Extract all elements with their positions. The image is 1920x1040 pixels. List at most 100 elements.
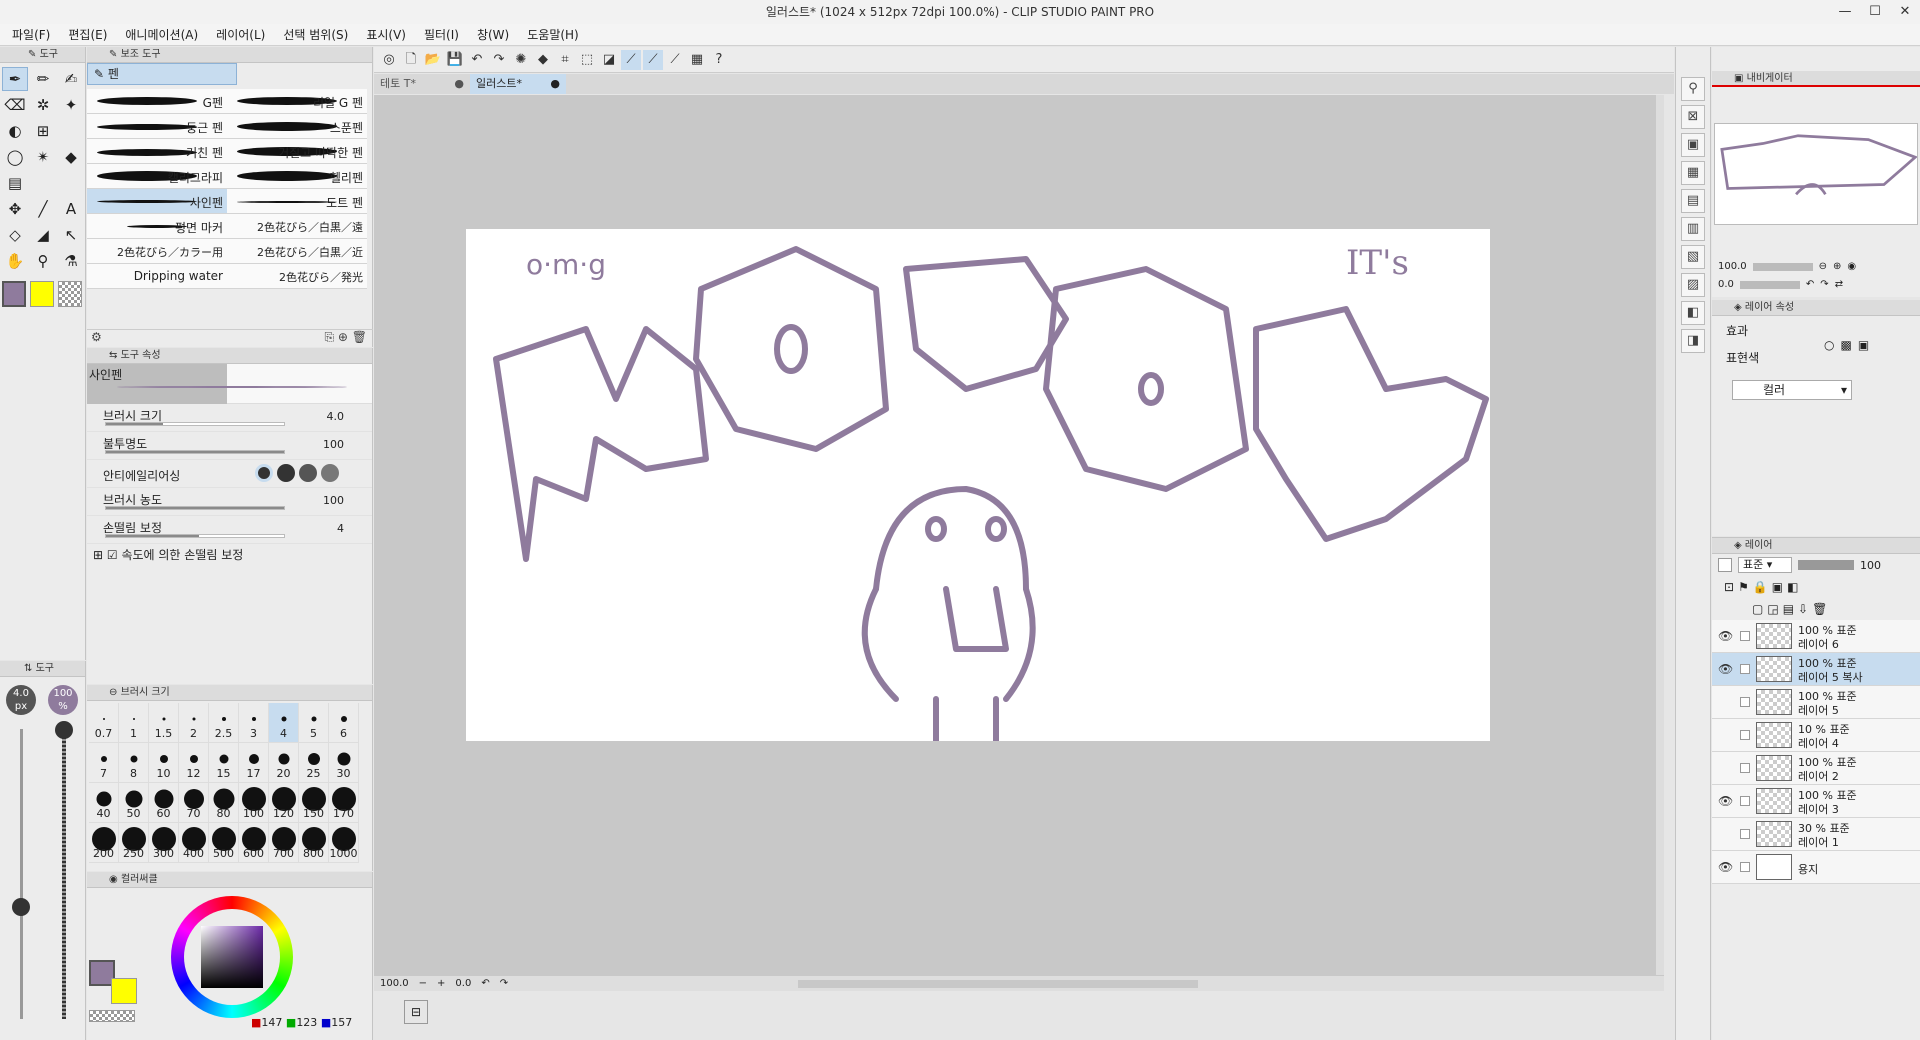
new-folder-icon[interactable]: ▤ [1783,602,1794,616]
mesh-tool-icon[interactable]: ⊞ [30,119,56,143]
brush-petal-color[interactable]: 2色花びら／カラー用 [87,239,227,264]
layer-row[interactable]: 👁 100 % 표준 레이어 6 [1712,620,1920,653]
antialias-row[interactable]: 안티에일리어싱 [87,460,372,488]
brush-size-cell[interactable]: 5 [299,703,329,743]
clear-icon[interactable]: ✺ [511,50,531,70]
density-slider[interactable] [105,506,285,510]
brush-size-cell[interactable]: 17 [239,743,269,783]
vertical-scrollbar[interactable] [1656,95,1664,975]
brush-petal-bw-near[interactable]: 2色花びら／白黒／近 [227,239,367,264]
reference-icon[interactable]: ⚑ [1738,580,1749,594]
deselect-icon[interactable]: ⬚ [577,50,597,70]
layer-row[interactable]: 10 % 표준 레이어 4 [1712,719,1920,752]
speed-stab-row[interactable]: ⊞ ☑ 속도에 의한 손떨림 보정 [87,544,372,566]
nav-zoom-out-icon[interactable]: ⊖ [1819,261,1827,272]
brush-size-cell[interactable]: 12 [179,743,209,783]
nav-zoom-in-icon[interactable]: ⊕ [1833,261,1841,272]
layer-opacity-slider[interactable] [1798,560,1854,570]
antialias-weak-icon[interactable] [277,464,295,482]
brush-size-slider[interactable] [105,422,285,426]
subtool-group-pen[interactable]: ✎ 펜 [87,63,237,85]
close-tab-icon[interactable]: ● [454,74,464,94]
size-slider-track[interactable] [20,729,23,1019]
layer-lock-checkbox[interactable] [1740,664,1750,674]
brush-size-cell[interactable]: 0.7 [89,703,119,743]
maximize-button[interactable]: ☐ [1860,0,1890,24]
tone-effect-icon[interactable]: ▩ [1840,338,1851,352]
subtool-settings-icon[interactable]: ⚙ [87,330,102,344]
brush-size-cell[interactable]: 20 [269,743,299,783]
panel-icon-4[interactable]: ▤ [1681,189,1705,213]
nav-rotate-left-icon[interactable]: ↶ [1806,279,1814,290]
blend-tool-icon[interactable]: ◐ [2,119,28,143]
color-wheel[interactable] [171,896,293,1018]
hand-tool-icon[interactable]: ✋ [2,249,28,273]
brush-size-cell[interactable]: 400 [179,823,209,863]
delete-subtool-icon[interactable]: 🗑 [352,330,367,344]
brush-size-cell[interactable]: 15 [209,743,239,783]
navigator-preview[interactable] [1714,123,1918,225]
brush-size-cell[interactable]: 1 [119,703,149,743]
antialias-strong-icon[interactable] [321,464,339,482]
menu-selection[interactable]: 선택 범위(S) [283,26,348,43]
line-tool-icon[interactable]: ╱ [30,197,56,221]
layer-row[interactable]: 👁 용지 [1712,851,1920,884]
layer-row[interactable]: 100 % 표준 레이어 5 [1712,686,1920,719]
blend-mode-select[interactable]: 표준 ▾ [1738,557,1792,573]
minimize-button[interactable]: — [1830,0,1860,24]
rotate-left-icon[interactable]: ↶ [481,976,489,991]
ink-pen-icon[interactable]: ✍ [58,67,84,91]
decoration-tool-icon[interactable]: ✲ [30,93,56,117]
panel-icon-2[interactable]: ▣ [1681,133,1705,157]
layer-opacity-value[interactable]: 100 [1860,559,1881,572]
canvas-document[interactable]: o·m·g IT's [466,229,1490,741]
lock-transparent-icon[interactable]: ▣ [1772,580,1783,594]
menu-view[interactable]: 표시(V) [366,26,406,43]
stabilization-row[interactable]: 손떨림 보정 4 [87,516,372,544]
sparkle-tool-icon[interactable]: ✦ [58,93,84,117]
menu-file[interactable]: 파일(F) [12,26,50,43]
menu-window[interactable]: 창(W) [477,26,509,43]
panel-icon-9[interactable]: ◨ [1681,329,1705,353]
opacity-row[interactable]: 불투명도 100 [87,432,372,460]
layer-row[interactable]: 30 % 표준 레이어 1 [1712,818,1920,851]
snap-special-ruler-icon[interactable]: ⟋ [643,49,663,70]
status-angle[interactable]: 0.0 [455,976,471,991]
brush-size-cell[interactable]: 8 [119,743,149,783]
size-slider-handle[interactable] [12,898,30,916]
delete-layer-icon[interactable]: 🗑 [1812,602,1827,616]
border-effect-icon[interactable]: ○ [1824,338,1834,352]
close-button[interactable]: ✕ [1890,0,1920,24]
layer-lock-checkbox[interactable] [1740,829,1750,839]
brush-size-cell[interactable]: 150 [299,783,329,823]
timeline-toggle-icon[interactable]: ⊟ [404,1000,428,1024]
auto-select-icon[interactable]: ✴ [30,145,56,169]
brush-size-cell[interactable]: 3 [239,703,269,743]
open-file-icon[interactable]: 📂 [423,50,443,70]
brush-sign-pen[interactable]: 사인펜 [87,189,227,214]
new-vector-layer-icon[interactable]: ◲ [1767,602,1778,616]
brush-size-cell[interactable]: 25 [299,743,329,783]
lock-icon[interactable]: 🔒 [1753,580,1768,594]
clip-studio-icon[interactable]: ◎ [379,50,399,70]
brush-size-cell[interactable]: 50 [119,783,149,823]
expression-color-select[interactable]: 컬러 ▾ [1732,380,1852,400]
horizontal-scrollbar[interactable] [798,980,1199,988]
stabilization-value[interactable]: 4 [337,522,344,535]
brush-size-cell[interactable]: 6 [329,703,359,743]
text-tool-icon[interactable]: A [58,197,84,221]
transparent-color-swatch[interactable] [58,281,82,307]
rotate-right-icon[interactable]: ↷ [500,976,508,991]
brush-size-cell[interactable]: 7 [89,743,119,783]
visibility-eye-icon[interactable]: 👁 [1718,662,1733,676]
brush-dot-pen[interactable]: 도트 펜 [227,189,367,214]
doc-tab-2[interactable]: 일러스트* ● [470,74,566,94]
nav-flip-icon[interactable]: ⇄ [1835,279,1843,290]
merge-down-icon[interactable]: ⇩ [1798,602,1808,616]
brush-size-cell[interactable]: 1000 [329,823,359,863]
layer-lock-checkbox[interactable] [1740,697,1750,707]
settings-icon[interactable]: ▦ [687,50,707,70]
copy-subtool-icon[interactable]: ⎘ [324,330,337,344]
visibility-eye-icon[interactable]: 👁 [1718,629,1733,643]
opacity-value-field[interactable]: 100 [323,438,344,451]
